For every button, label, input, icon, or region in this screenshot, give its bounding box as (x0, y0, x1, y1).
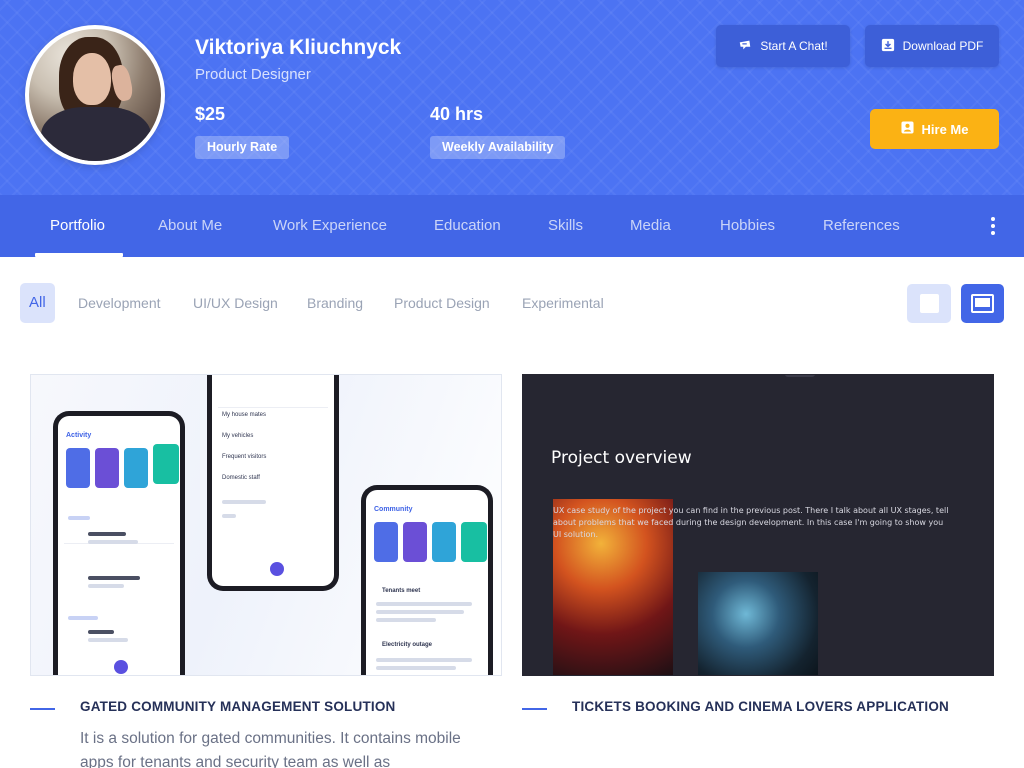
menu-item: My vehicles (222, 433, 254, 439)
crowd-photo (698, 572, 818, 675)
more-vertical-icon[interactable] (984, 212, 1002, 240)
feed-item: Electricity outage (382, 642, 433, 648)
start-chat-button[interactable]: Start A Chat! (716, 25, 850, 67)
wide-view-icon (971, 294, 994, 313)
avatar-photo (29, 29, 161, 161)
profile-name: Viktoriya Kliuchnyck (195, 36, 402, 59)
project-title[interactable]: TICKETS BOOKING AND CINEMA LOVERS APPLIC… (572, 699, 949, 714)
phone-mockup: Activity (53, 411, 185, 675)
project-thumbnail-cinema-app[interactable]: Project overview UX case study of the pr… (522, 374, 994, 676)
download-pdf-button[interactable]: Download PDF (865, 25, 999, 67)
project-overview-heading: Project overview (551, 448, 692, 468)
tab-work-experience[interactable]: Work Experience (273, 195, 387, 257)
hourly-rate-label: Hourly Rate (195, 136, 290, 159)
tab-skills[interactable]: Skills (548, 195, 583, 257)
hourly-rate-value: $25 (195, 104, 226, 124)
activity-title: Activity (66, 432, 92, 439)
download-pdf-label: Download PDF (902, 39, 984, 53)
tab-education[interactable]: Education (434, 195, 501, 257)
filter-product-design[interactable]: Product Design (394, 283, 490, 323)
grid-view-button[interactable] (907, 284, 951, 323)
user-badge-icon (900, 121, 914, 137)
download-icon (881, 38, 895, 55)
profile-header: Viktoriya Kliuchnyck Product Designer $2… (0, 0, 1024, 195)
grid-view-icon (919, 294, 939, 313)
avatar (25, 25, 165, 165)
community-title: Community (374, 506, 413, 513)
tab-portfolio[interactable]: Portfolio (50, 195, 105, 257)
profile-nav: Portfolio About Me Work Experience Educa… (0, 195, 1024, 257)
tab-hobbies[interactable]: Hobbies (720, 195, 775, 257)
active-tab-indicator (35, 253, 123, 257)
availability-value: 40 hrs (430, 104, 484, 124)
project-title[interactable]: GATED COMMUNITY MANAGEMENT SOLUTION (80, 699, 396, 714)
project-overview-text: UX case study of the project you can fin… (553, 506, 949, 539)
title-dash (522, 708, 547, 710)
availability-label: Weekly Availability (430, 136, 566, 159)
tab-references[interactable]: References (823, 195, 900, 257)
filter-ui-ux-design[interactable]: UI/UX Design (193, 283, 278, 323)
phone-mockup: Community Tenants meet Electricity outag… (361, 485, 493, 675)
hire-me-button[interactable]: Hire Me (870, 109, 999, 149)
tab-about-me[interactable]: About Me (158, 195, 222, 257)
filter-branding[interactable]: Branding (307, 283, 363, 323)
menu-item: Domestic staff (222, 475, 260, 481)
phone-mockup: My house mates My vehicles Frequent visi… (207, 375, 339, 591)
chat-icon (738, 38, 752, 55)
project-description: It is a solution for gated communities. … (80, 730, 461, 768)
menu-item: Frequent visitors (222, 454, 267, 460)
menu-item: My house mates (222, 412, 267, 418)
tab-media[interactable]: Media (630, 195, 671, 257)
title-dash (30, 708, 55, 710)
project-thumbnail-gated-community[interactable]: Activity My house mates My vehicles Freq… (30, 374, 502, 676)
start-chat-label: Start A Chat! (760, 39, 828, 53)
filter-development[interactable]: Development (78, 283, 161, 323)
filter-all[interactable]: All (20, 283, 55, 323)
feed-item: Tenants meet (382, 588, 421, 594)
profile-role: Product Designer (195, 66, 311, 83)
hire-me-label: Hire Me (921, 121, 969, 137)
filter-experimental[interactable]: Experimental (522, 283, 604, 323)
wide-view-button[interactable] (961, 284, 1004, 323)
